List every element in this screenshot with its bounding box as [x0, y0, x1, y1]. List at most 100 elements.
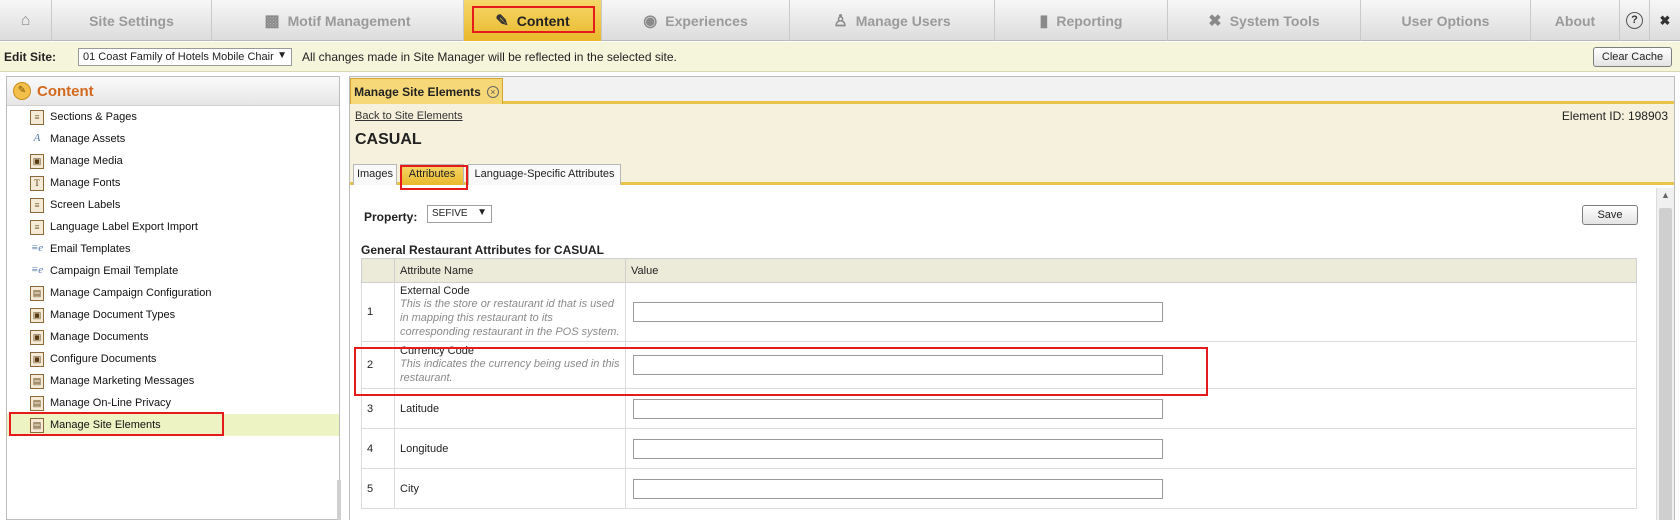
nav-reporting[interactable]: ▮ Reporting	[995, 0, 1168, 41]
nav-user-options[interactable]: User Options	[1361, 0, 1531, 41]
help-icon: ?	[1626, 12, 1643, 29]
element-name: CASUAL	[355, 131, 422, 148]
attribute-description: This indicates the currency being used i…	[400, 358, 620, 384]
document-icon: ▤	[30, 373, 44, 389]
column-header-value: Value	[625, 258, 1637, 283]
sidebar-item-label: Manage Campaign Configuration	[50, 287, 212, 299]
attributes-content: Property: SEFIVE ▼ Save General Restaura…	[350, 188, 1656, 520]
nav-motif-management[interactable]: ▩ Motif Management	[212, 0, 464, 41]
document-icon: ▤	[30, 417, 44, 433]
content-sidebar: ✎ Content ≡ Sections & Pages A Manage Asse…	[6, 76, 340, 520]
nav-label: Experiences	[665, 12, 748, 29]
close-button[interactable]: ✖	[1650, 0, 1680, 41]
nav-label: Site Settings	[89, 12, 174, 29]
sidebar-item-manage-site-elements[interactable]: ▤ Manage Site Elements	[7, 414, 339, 436]
sidebar-item-manage-online-privacy[interactable]: ▤ Manage On-Line Privacy	[7, 392, 339, 414]
home-icon: ⌂	[20, 11, 31, 29]
attribute-description: This is the store or restaurant id that …	[400, 298, 620, 338]
nav-label: About	[1554, 12, 1596, 29]
row-number: 2	[361, 341, 395, 389]
content-icon: ✎	[13, 82, 31, 100]
close-tab-icon[interactable]: ×	[486, 85, 499, 98]
sidebar-item-screen-labels[interactable]: ≡ Screen Labels	[7, 194, 339, 216]
dropdown-arrow-icon: ▼	[477, 207, 487, 218]
table-row: 1 External Code This is the store or res…	[361, 282, 1637, 342]
external-code-input[interactable]	[633, 302, 1163, 322]
edit-site-bar: Edit Site: 01 Coast Family of Hotels Mob…	[0, 42, 1680, 72]
save-button[interactable]: Save	[1582, 205, 1638, 225]
element-id: Element ID: 198903	[1561, 109, 1668, 123]
sidebar-item-label: Manage On-Line Privacy	[50, 397, 172, 409]
users-icon: ♙	[833, 12, 848, 30]
sidebar-item-manage-campaign-configuration[interactable]: ▤ Manage Campaign Configuration	[7, 282, 339, 304]
latitude-input[interactable]	[633, 398, 1163, 419]
sidebar-item-email-templates[interactable]: ≡e Email Templates	[7, 238, 339, 260]
attribute-cell: Currency Code This indicates the currenc…	[394, 341, 626, 389]
tab-attributes[interactable]: Attributes	[400, 164, 464, 185]
sidebar-item-manage-media[interactable]: ▣ Manage Media	[7, 150, 339, 172]
page-icon: ≡	[30, 197, 44, 213]
sidebar-item-sections-pages[interactable]: ≡ Sections & Pages	[7, 106, 339, 128]
sidebar-item-manage-marketing-messages[interactable]: ▤ Manage Marketing Messages	[7, 370, 339, 392]
table-row: 2 Currency Code This indicates the curre…	[361, 341, 1637, 389]
property-label: Property:	[364, 210, 418, 224]
tab-images[interactable]: Images	[353, 164, 397, 185]
attribute-cell: External Code This is the store or resta…	[394, 282, 626, 342]
top-navigation: ⌂ Site Settings ▩ Motif Management ✎ Con…	[0, 0, 1680, 41]
font-a-icon: A	[33, 131, 41, 144]
sidebar-item-configure-documents[interactable]: ▣ Configure Documents	[7, 348, 339, 370]
back-to-site-elements-link[interactable]: Back to Site Elements	[355, 110, 463, 122]
longitude-input[interactable]	[633, 438, 1163, 459]
site-select-value: 01 Coast Family of Hotels Mobile Chair	[83, 51, 274, 63]
sidebar-item-label: Configure Documents	[50, 353, 157, 365]
nav-experiences[interactable]: ◉ Experiences	[602, 0, 790, 41]
nav-system-tools[interactable]: ✖ System Tools	[1168, 0, 1361, 41]
clear-cache-button[interactable]: Clear Cache	[1593, 47, 1672, 67]
email-e-icon: ≡e	[30, 263, 44, 276]
home-button[interactable]: ⌂	[0, 0, 52, 41]
tab-manage-site-elements[interactable]: Manage Site Elements ×	[350, 78, 503, 104]
row-number: 5	[361, 468, 395, 509]
sidebar-item-manage-documents[interactable]: ▣ Manage Documents	[7, 326, 339, 348]
nav-site-settings[interactable]: Site Settings	[52, 0, 212, 41]
attribute-name: Longitude	[394, 428, 626, 469]
attribute-name: Currency Code	[400, 345, 474, 357]
site-message: All changes made in Site Manager will be…	[302, 50, 677, 64]
document-tabstrip: Manage Site Elements ×	[350, 77, 1674, 104]
media-icon: ▣	[30, 351, 44, 367]
tab-language-specific-attributes[interactable]: Language-Specific Attributes	[468, 164, 621, 185]
site-select[interactable]: 01 Coast Family of Hotels Mobile Chair ▼	[78, 48, 292, 66]
sidebar-item-language-label-export-import[interactable]: ≡ Language Label Export Import	[7, 216, 339, 238]
sidebar-item-label: Manage Media	[50, 155, 123, 167]
sidebar-item-label: Sections & Pages	[50, 111, 137, 123]
city-input[interactable]	[633, 478, 1163, 499]
nav-content[interactable]: ✎ Content	[464, 0, 602, 41]
scroll-up-icon[interactable]: ▲	[1661, 190, 1670, 200]
media-icon: ▣	[30, 153, 44, 169]
sidebar-item-manage-assets[interactable]: A Manage Assets	[7, 128, 339, 150]
sidebar-item-manage-document-types[interactable]: ▣ Manage Document Types	[7, 304, 339, 326]
property-select-value: SEFIVE	[432, 208, 468, 219]
value-cell	[625, 428, 1637, 469]
attribute-name: External Code	[400, 285, 470, 297]
nav-about[interactable]: About	[1531, 0, 1620, 41]
help-button[interactable]: ?	[1620, 0, 1650, 41]
scroll-thumb[interactable]	[1659, 208, 1672, 520]
nav-manage-users[interactable]: ♙ Manage Users	[790, 0, 995, 41]
nav-label: System Tools	[1229, 12, 1320, 29]
manage-site-elements-panel: Manage Site Elements × Back to Site Elem…	[349, 76, 1675, 520]
property-select[interactable]: SEFIVE ▼	[427, 205, 492, 223]
media-icon: ▣	[30, 329, 44, 345]
row-number: 3	[361, 388, 395, 429]
sidebar-item-manage-fonts[interactable]: T Manage Fonts	[7, 172, 339, 194]
panel-splitter[interactable]	[337, 480, 341, 520]
content-scrollbar[interactable]: ▲	[1656, 188, 1674, 520]
column-header-number	[361, 258, 395, 283]
value-cell	[625, 388, 1637, 429]
currency-code-input[interactable]	[633, 355, 1163, 375]
sidebar-item-label: Manage Document Types	[50, 309, 176, 321]
value-cell	[625, 341, 1637, 389]
page-icon: ≡	[30, 109, 44, 125]
sidebar-item-campaign-email-template[interactable]: ≡e Campaign Email Template	[7, 260, 339, 282]
row-number: 4	[361, 428, 395, 469]
